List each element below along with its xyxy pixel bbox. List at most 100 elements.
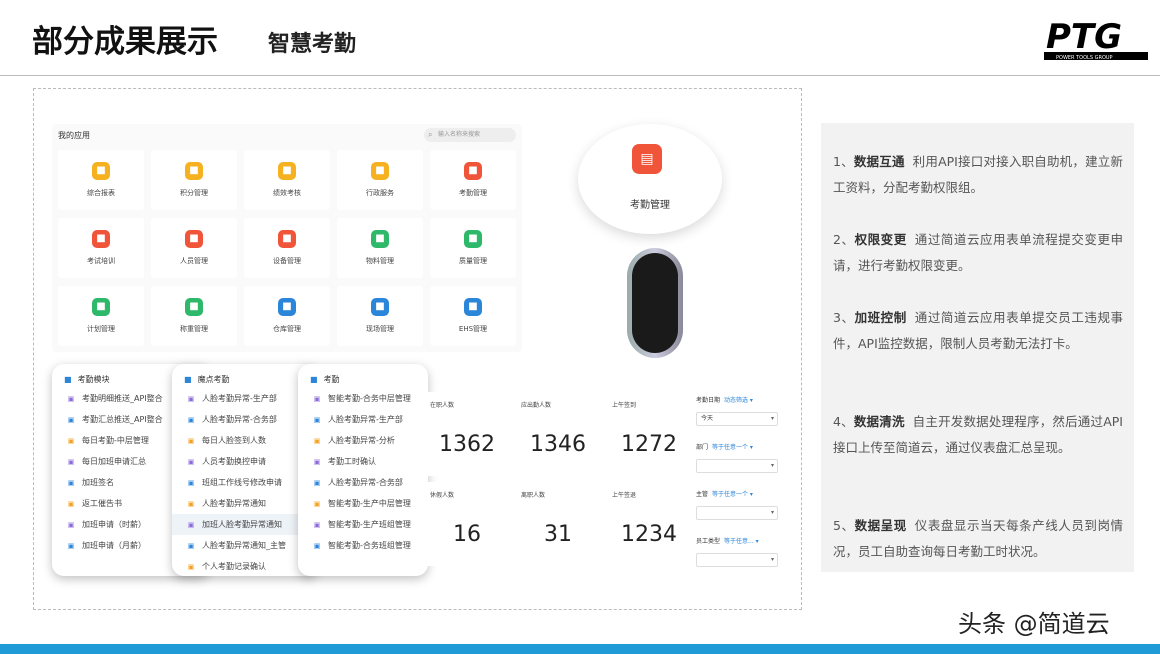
app-tile[interactable]: ■ 计划管理 (58, 286, 144, 346)
filter-label: 主管 (696, 491, 709, 498)
app-tile-label: 考勤管理 (459, 189, 487, 197)
menu-item[interactable]: ▣ 个人考勤记录确认 (172, 556, 318, 576)
filter-select[interactable]: ▾ (696, 553, 778, 567)
app-tile[interactable]: ■ 设备管理 (244, 218, 330, 278)
menu-item[interactable]: ▣ 考勤工时确认 (298, 451, 428, 472)
form-icon: ▣ (67, 521, 75, 529)
stat-value: 1234 (621, 522, 677, 547)
training-icon: ■ (92, 230, 110, 248)
filter-mode-link[interactable]: 等于任意... ▾ (724, 538, 759, 545)
app-tile[interactable]: ■ 绩效考核 (244, 150, 330, 210)
app-tile[interactable]: ■ 考试培训 (58, 218, 144, 278)
app-tile[interactable]: ■ 质量管理 (430, 218, 516, 278)
menu-item[interactable]: ▣ 人员考勤换控申请 (172, 451, 318, 472)
point-title: 数据互通 (853, 154, 905, 169)
device-icon: ■ (278, 230, 296, 248)
form-icon: ▣ (67, 500, 75, 508)
app-tile[interactable]: ■ 现场管理 (337, 286, 423, 346)
app-tile-label: 称重管理 (180, 325, 208, 333)
form-icon: ▣ (187, 479, 195, 487)
service-icon: ■ (371, 162, 389, 180)
form-icon: ▣ (313, 479, 321, 487)
point-title: 数据清洗 (853, 414, 905, 429)
app-grid-heading: 我的应用 (58, 131, 90, 140)
menu-item[interactable]: ▣ 加班人脸考勤异常通知 (172, 514, 318, 535)
menu-item[interactable]: ▣ 人脸考勤异常-生产部 (298, 409, 428, 430)
menu-item[interactable]: ▣ 班组工作线号修改申请 (172, 472, 318, 493)
form-icon: ▣ (187, 500, 195, 508)
page-title: 部分成果展示 (32, 24, 218, 60)
form-icon: ▣ (313, 395, 321, 403)
menu-item[interactable]: ▣ 智能考勤-生产中层管理 (298, 493, 428, 514)
menu-item[interactable]: ▣ 人脸考勤异常-合务部 (298, 472, 428, 493)
attendance-dashboard: 在职人数 1362 应出勤人数 1346 上午签到 1272 休假人数 16 离职人数 31 上午签… (420, 386, 784, 576)
app-search-input[interactable]: ⌕ 输入名称来搜索 (424, 128, 516, 142)
people-icon: ■ (185, 230, 203, 248)
menu-item[interactable]: ▣ 人脸考勤异常-分析 (298, 430, 428, 451)
app-tile-label: 设备管理 (273, 257, 301, 265)
ehs-icon: ■ (464, 298, 482, 316)
description-panel: 1、数据互通 利用API接口对接入职自助机，建立新工资料，分配考勤权限组。 2、权限… (821, 123, 1134, 572)
attendance-app-bubble[interactable]: ▤ 考勤管理 (578, 124, 722, 234)
stat-label: 在职人数 (430, 402, 455, 409)
filter-mode-link[interactable]: 等于任意一个 ▾ (712, 491, 753, 498)
filter-label: 员工类型 (696, 538, 721, 545)
app-tile[interactable]: ■ 人员管理 (151, 218, 237, 278)
form-icon: ▣ (67, 437, 75, 445)
menu-item[interactable]: ▣ 人脸考勤异常-生产部 (172, 388, 318, 409)
form-icon: ▣ (67, 479, 75, 487)
filter-select[interactable]: ▾ (696, 459, 778, 473)
watermark: 头条 @简道云 (958, 610, 1110, 638)
weigh-icon: ■ (185, 298, 203, 316)
app-tile[interactable]: ■ 仓库管理 (244, 286, 330, 346)
menu-item[interactable]: ▣ 智能考勤-合务班组管理 (298, 535, 428, 556)
menu-item[interactable]: ▣ 每日人脸签到人数 (172, 430, 318, 451)
app-tile-label: 质量管理 (459, 257, 487, 265)
form-icon: ▣ (313, 500, 321, 508)
app-tile[interactable]: ■ 综合报表 (58, 150, 144, 210)
stat-label: 离职人数 (521, 492, 546, 499)
filter-mode-link[interactable]: 等于任意一个 ▾ (712, 444, 753, 451)
app-tile-label: 积分管理 (180, 189, 208, 197)
form-icon: ▣ (313, 437, 321, 445)
filter-widget: 部门 等于任意一个 ▾ ▾ (692, 435, 782, 479)
menu-item[interactable]: ▣ 智能考勤-生产班组管理 (298, 514, 428, 535)
menu-item[interactable]: ▣ 人脸考勤异常-合务部 (172, 409, 318, 430)
app-tile-label: 物料管理 (366, 257, 394, 265)
form-icon: ▣ (187, 521, 195, 529)
app-tile[interactable]: ■ 称重管理 (151, 286, 237, 346)
app-tile[interactable]: ■ 物料管理 (337, 218, 423, 278)
folder-icon: ■ (310, 375, 318, 384)
app-tile-label: EHS管理 (458, 325, 488, 333)
app-tile[interactable]: ■ 行政服务 (337, 150, 423, 210)
filter-widget: 员工类型 等于任意... ▾ ▾ (692, 529, 782, 573)
stat-card: 在职人数 1362 (424, 392, 510, 476)
folder-icon: ■ (184, 375, 192, 384)
logo-subtext: POWER TOOLS GROUP (1056, 55, 1113, 61)
stat-card: 应出勤人数 1346 (515, 392, 601, 476)
form-icon: ▣ (187, 395, 195, 403)
menu-item[interactable]: ▣ 智能考勤-合务中层管理 (298, 388, 428, 409)
filter-select[interactable]: 今天 ▾ (696, 412, 778, 426)
form-icon: ▣ (187, 542, 195, 550)
app-tile-label: 行政服务 (366, 189, 394, 197)
app-tile[interactable]: ■ 考勤管理 (430, 150, 516, 210)
filter-select[interactable]: ▾ (696, 506, 778, 520)
header: 部分成果展示 智慧考勤 PTG POWER TOOLS GROUP (0, 0, 1160, 76)
stat-label: 上午签到 (612, 402, 637, 409)
filter-label: 部门 (696, 444, 709, 451)
bottom-accent-bar (0, 644, 1160, 654)
chevron-down-icon: ▾ (770, 509, 774, 516)
app-tile[interactable]: ■ 积分管理 (151, 150, 237, 210)
form-icon: ▣ (67, 416, 75, 424)
material-icon: ■ (371, 230, 389, 248)
stat-value: 1272 (621, 432, 677, 457)
filter-mode-link[interactable]: 动态筛选 ▾ (724, 397, 753, 404)
stat-card: 上午签退 1234 (606, 482, 692, 566)
menu-item[interactable]: ▣ 人脸考勤异常通知_主管 (172, 535, 318, 556)
app-tile[interactable]: ■ EHS管理 (430, 286, 516, 346)
folder-icon: ■ (64, 375, 72, 384)
warehouse-icon: ■ (278, 298, 296, 316)
attendance-icon: ▤ (632, 144, 662, 174)
menu-item[interactable]: ▣ 人脸考勤异常通知 (172, 493, 318, 514)
